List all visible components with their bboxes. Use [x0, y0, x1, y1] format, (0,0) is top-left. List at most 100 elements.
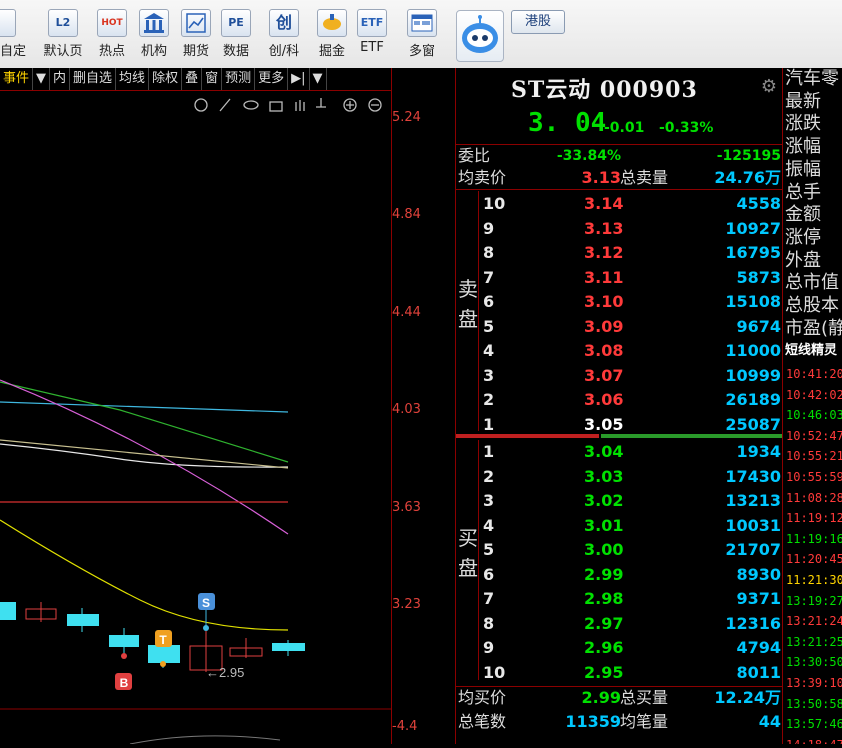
order-price: 2.98 [584, 589, 624, 608]
genie-time-item[interactable]: 10:52:47 [786, 426, 842, 446]
hand-icon[interactable] [295, 100, 305, 111]
order-price: 2.96 [584, 638, 624, 657]
sells-row[interactable]: 3 3.07 10999 [456, 364, 783, 389]
custom-button[interactable]: 自定 [0, 6, 26, 64]
pin-icon[interactable] [316, 98, 326, 108]
tab-forecast[interactable]: 预测 [222, 68, 256, 90]
sells-row[interactable]: 9 3.13 10927 [456, 217, 783, 242]
hot-icon: HOT [97, 9, 127, 37]
etf-button[interactable]: ETF ETF [352, 6, 392, 64]
tab-overlay[interactable]: 叠 [182, 68, 203, 90]
institution-button[interactable]: 机构 [134, 6, 174, 64]
y-tick: 3.63 [392, 500, 421, 515]
tab-window[interactable]: 窗 [202, 68, 223, 90]
chart-tools [194, 98, 382, 112]
buys-row[interactable]: 10 2.95 8011 [456, 661, 783, 686]
tab-event[interactable]: 事件 [0, 68, 34, 90]
y-tick: 5.24 [392, 110, 421, 125]
genie-time-item[interactable]: 10:41:20 [786, 364, 842, 384]
futures-button[interactable]: 期货 [176, 6, 216, 64]
settings-icon[interactable] [194, 98, 208, 112]
chuang-ke-button[interactable]: 创 创/科 [259, 6, 309, 64]
genie-time-item[interactable]: 11:20:45 [786, 549, 842, 569]
avg-sell-row: 均卖价 3.13 总卖量 24.76万 [456, 167, 783, 190]
order-level: 7 [483, 589, 495, 608]
sells-row[interactable]: 7 3.11 5873 [456, 266, 783, 291]
avg-buy-price: 2.99 [581, 688, 621, 707]
genie-time-item[interactable]: 11:21:30 [786, 570, 842, 590]
genie-time-item[interactable]: 10:55:59 [786, 467, 842, 487]
dig-gold-button[interactable]: 掘金 [312, 6, 352, 64]
genie-time-item[interactable]: 13:21:24 [786, 611, 842, 631]
order-price: 3.03 [584, 466, 624, 486]
buys-row[interactable]: 5 3.00 21707 [456, 538, 783, 563]
order-price: 3.05 [584, 414, 624, 434]
tab-inner[interactable]: 内 [50, 68, 71, 90]
tab-event-dropdown[interactable]: ▼ [33, 68, 51, 90]
tab-moving-average[interactable]: 均线 [116, 68, 150, 90]
order-volume: 10927 [725, 218, 781, 238]
order-level: 6 [483, 564, 495, 584]
order-level: 9 [483, 638, 495, 657]
hk-stock-button[interactable]: 港股 [511, 10, 565, 34]
sells-row[interactable]: 10 3.14 4558 [456, 192, 783, 217]
buys-row[interactable]: 8 2.97 12316 [456, 612, 783, 637]
stock-info-panel: 汽车零 最新 涨跌 涨幅 振幅 总手 金额 涨停 外盘 总市值 总股本 市盈(静 短线精灵 10:41… [782, 68, 842, 744]
assistant-robot-button[interactable] [456, 10, 504, 62]
genie-time-item[interactable]: 11:19:16 [786, 529, 842, 549]
order-price: 3.06 [584, 390, 624, 409]
sells-row[interactable]: 6 3.10 15108 [456, 290, 783, 315]
y-tick: 3.23 [392, 597, 421, 612]
buys-row[interactable]: 1 3.04 1934 [456, 440, 783, 465]
data-button[interactable]: PE 数据 [216, 6, 256, 64]
genie-time-item[interactable]: 13:39:10 [786, 673, 842, 693]
avg-sell-label: 均卖价 [458, 168, 507, 187]
draw-pen-icon[interactable] [219, 98, 231, 112]
sells-row[interactable]: 8 3.12 16795 [456, 241, 783, 266]
buys-row[interactable]: 4 3.01 10031 [456, 514, 783, 539]
order-volume: 11000 [725, 341, 781, 360]
genie-time-item[interactable]: 13:19:27 [786, 591, 842, 611]
tab-more[interactable]: 更多 [255, 68, 289, 90]
tab-ex-rights[interactable]: 除权 [149, 68, 183, 90]
tab-more-dropdown[interactable]: ▼ [310, 68, 327, 90]
buys-row[interactable]: 2 3.03 17430 [456, 465, 783, 490]
buys-row[interactable]: 9 2.96 4794 [456, 636, 783, 661]
spread-bar [456, 434, 783, 438]
buys-row[interactable]: 6 2.99 8930 [456, 563, 783, 588]
buys-row[interactable]: 3 3.02 13213 [456, 489, 783, 514]
etf-icon: ETF [357, 9, 387, 37]
institution-icon [139, 9, 169, 37]
genie-time-item[interactable]: 13:50:58 [786, 694, 842, 714]
genie-time-item[interactable]: 13:21:25 [786, 632, 842, 652]
genie-time-item[interactable]: 10:42:02 [786, 385, 842, 405]
tab-play[interactable]: ▶| [288, 68, 310, 90]
tab-remove-watchlist[interactable]: 删自选 [70, 68, 117, 90]
buys-row[interactable]: 7 2.98 9371 [456, 587, 783, 612]
eye-icon[interactable] [243, 100, 259, 110]
order-price: 3.12 [584, 243, 624, 262]
weibi-row: 委比 -33.84% -125195 [456, 144, 783, 167]
kline-chart[interactable]: S T B ←2.95 [0, 90, 391, 745]
genie-time-item[interactable]: 14:18:47 [786, 735, 842, 744]
genie-time-item[interactable]: 13:30:50 [786, 652, 842, 672]
hot-button[interactable]: HOT 热点 [92, 6, 132, 64]
default-page-button[interactable]: L2 默认页 [38, 6, 88, 64]
short-term-genie-title[interactable]: 短线精灵 [785, 340, 837, 362]
lock-icon[interactable] [269, 101, 283, 112]
sells-row[interactable]: 2 3.06 26189 [456, 388, 783, 413]
chart-tab-bar: 事件 ▼ 内 删自选 均线 除权 叠 窗 预测 更多 ▶| ▼ [0, 68, 391, 91]
gear-icon[interactable]: ⚙ [761, 76, 777, 97]
multi-window-button[interactable]: 多窗 [397, 6, 447, 64]
genie-time-item[interactable]: 13:57:46 [786, 714, 842, 734]
order-price: 3.07 [584, 365, 624, 385]
custom-icon [0, 9, 16, 37]
y-tick: 4.44 [392, 305, 421, 320]
sells-row[interactable]: 4 3.08 11000 [456, 339, 783, 364]
genie-time-item[interactable]: 11:08:28 [786, 488, 842, 508]
sells-row[interactable]: 5 3.09 9674 [456, 315, 783, 340]
genie-time-item[interactable]: 11:19:12 [786, 508, 842, 528]
genie-time-item[interactable]: 10:46:03 [786, 405, 842, 425]
genie-time-item[interactable]: 10:55:21 [786, 446, 842, 466]
weibi-pct: -33.84% [556, 148, 621, 164]
